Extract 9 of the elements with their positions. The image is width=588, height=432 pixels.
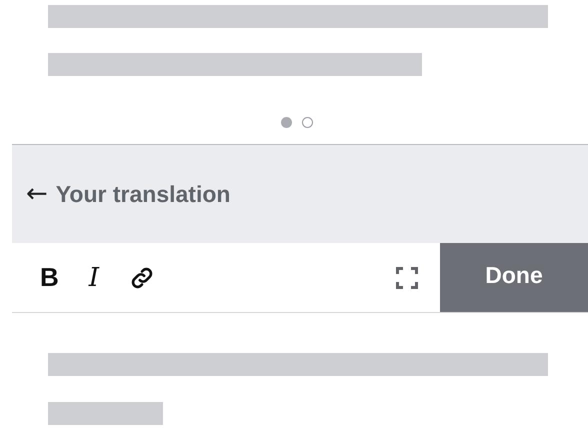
panel-title: Your translation xyxy=(56,180,230,208)
page-dot[interactable] xyxy=(281,116,292,128)
fullscreen-icon xyxy=(396,266,418,288)
bold-button[interactable]: B xyxy=(40,262,59,293)
fullscreen-button[interactable] xyxy=(396,266,418,288)
italic-button[interactable]: I xyxy=(88,262,100,292)
back-arrow-icon[interactable]: ← xyxy=(26,181,48,207)
done-button[interactable]: Done xyxy=(440,243,588,312)
page-dot[interactable] xyxy=(302,116,313,128)
